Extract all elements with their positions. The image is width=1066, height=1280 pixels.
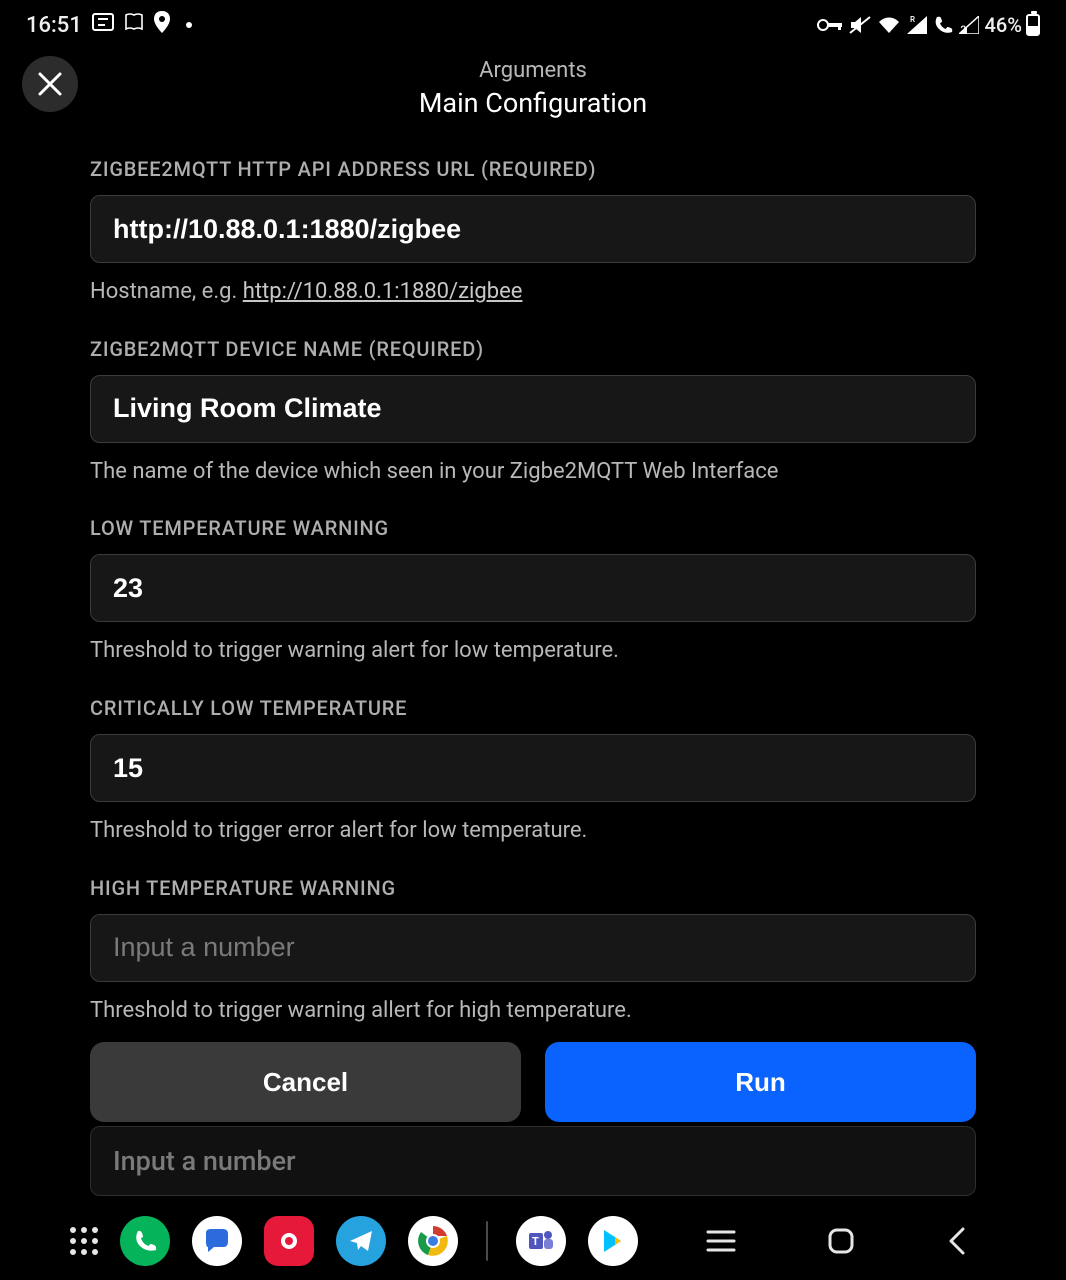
input-low-temp-warn[interactable] <box>90 554 976 622</box>
status-right: R 2 46% <box>817 13 1040 37</box>
app-messages-icon[interactable] <box>192 1216 242 1266</box>
app-camera-icon[interactable] <box>264 1216 314 1266</box>
input-crit-low-temp[interactable] <box>90 734 976 802</box>
status-time: 16:51 <box>26 13 82 38</box>
call-icon <box>933 15 953 35</box>
header-subtitle: Arguments <box>0 58 1066 83</box>
form-content: ZIGBEE2MQTT HTTP API ADDRESS URL (REQUIR… <box>0 157 1066 1025</box>
cancel-button[interactable]: Cancel <box>90 1042 521 1122</box>
svg-text:R: R <box>910 16 915 24</box>
vpn-key-icon <box>817 18 843 32</box>
field-low-temp-warn: LOW TEMPERATURE WARNING Threshold to tri… <box>90 516 976 666</box>
battery-icon <box>1026 14 1040 36</box>
battery-percent: 46% <box>985 13 1022 37</box>
label-high-temp-warn: HIGH TEMPERATURE WARNING <box>90 876 976 900</box>
input-device-name[interactable] <box>90 375 976 443</box>
help-low-temp-warn: Threshold to trigger warning alert for l… <box>90 636 976 666</box>
page-header: Arguments Main Configuration <box>0 50 1066 137</box>
help-crit-low-temp: Threshold to trigger error alert for low… <box>90 816 976 846</box>
close-icon <box>37 71 63 97</box>
input-api-url[interactable] <box>90 195 976 263</box>
run-button[interactable]: Run <box>545 1042 976 1122</box>
field-device-name: ZIGBE2MQTT DEVICE NAME (REQUIRED) The na… <box>90 337 976 487</box>
status-bar: 16:51 R 2 46% <box>0 0 1066 50</box>
app-chrome-icon[interactable] <box>408 1216 458 1266</box>
field-high-temp-warn: HIGH TEMPERATURE WARNING Threshold to tr… <box>90 876 976 1026</box>
status-dot-icon <box>186 22 192 28</box>
book-icon <box>124 12 144 38</box>
svg-text:T: T <box>532 1235 539 1248</box>
signal2-icon: 2 <box>959 16 979 34</box>
mute-icon <box>849 15 871 35</box>
dock-divider <box>486 1221 488 1261</box>
app-teams-icon[interactable]: T <box>516 1216 566 1266</box>
help-device-name: The name of the device which seen in you… <box>90 457 976 487</box>
action-bar: Cancel Run <box>90 1042 976 1122</box>
navigation-dock: T <box>0 1202 1066 1280</box>
system-nav <box>706 1226 996 1256</box>
help-high-temp-warn: Threshold to trigger warning allert for … <box>90 996 976 1026</box>
app-phone-icon[interactable] <box>120 1216 170 1266</box>
label-crit-low-temp: CRITICALLY LOW TEMPERATURE <box>90 696 976 720</box>
input-peek-number[interactable]: Input a number <box>90 1126 976 1196</box>
notif-icon <box>92 12 114 38</box>
field-api-url: ZIGBEE2MQTT HTTP API ADDRESS URL (REQUIR… <box>90 157 976 307</box>
peek-placeholder: Input a number <box>113 1145 296 1177</box>
wifi-icon <box>877 16 901 34</box>
label-device-name: ZIGBE2MQTT DEVICE NAME (REQUIRED) <box>90 337 976 361</box>
input-high-temp-warn[interactable] <box>90 914 976 982</box>
app-drawer-icon[interactable] <box>70 1227 98 1255</box>
label-low-temp-warn: LOW TEMPERATURE WARNING <box>90 516 976 540</box>
close-button[interactable] <box>22 56 78 112</box>
nav-back-icon[interactable] <box>946 1226 966 1256</box>
signal-icon: R <box>907 16 927 34</box>
nav-home-icon[interactable] <box>826 1226 856 1256</box>
field-crit-low-temp: CRITICALLY LOW TEMPERATURE Threshold to … <box>90 696 976 846</box>
nav-recents-icon[interactable] <box>706 1229 736 1253</box>
header-title: Main Configuration <box>0 87 1066 119</box>
battery-indicator: 46% <box>985 13 1040 37</box>
status-left: 16:51 <box>26 11 192 39</box>
help-api-url-link[interactable]: http://10.88.0.1:1880/zigbee <box>243 279 523 304</box>
label-api-url: ZIGBEE2MQTT HTTP API ADDRESS URL (REQUIR… <box>90 157 976 181</box>
help-api-url: Hostname, e.g. http://10.88.0.1:1880/zig… <box>90 277 976 307</box>
location-icon <box>154 11 170 39</box>
app-playstore-icon[interactable] <box>588 1216 638 1266</box>
app-telegram-icon[interactable] <box>336 1216 386 1266</box>
help-api-url-prefix: Hostname, e.g. <box>90 279 243 304</box>
